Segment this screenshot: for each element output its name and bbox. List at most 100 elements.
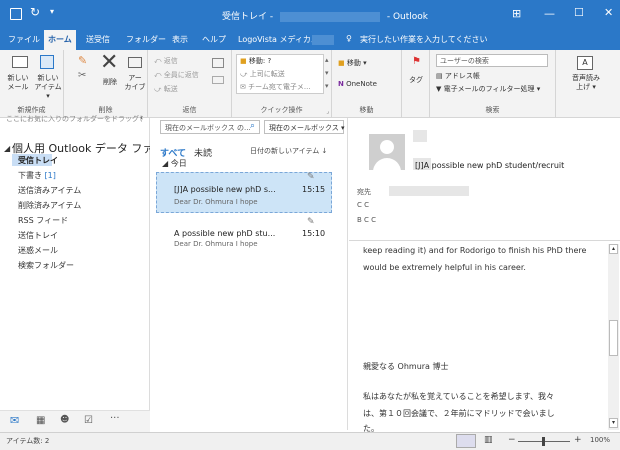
body-line: は、第１０回会議で、２年前にマドリッドで会いまし <box>363 409 555 418</box>
archive-button[interactable]: アー カイブ <box>122 74 148 92</box>
read-aloud-button[interactable]: 音声読み 上げ ▾ <box>560 74 612 92</box>
onenote-label: OneNote <box>346 80 377 88</box>
new-items-button[interactable]: 新しい アイテム ▾ <box>32 74 64 101</box>
favorites-hint: ここにお気に入りのフォルダーをドラッグし <box>6 115 142 123</box>
group-move-label: 移動 <box>359 106 374 114</box>
quickstep-team-email-label: チーム宛て電子メ... <box>248 83 311 91</box>
more-icon[interactable]: ··· <box>110 413 120 424</box>
zoom-level[interactable]: 100% <box>590 436 610 444</box>
message-subject: [J]A possible new phD s... <box>174 185 276 194</box>
message-list: 現在のメールボックス の... ⌕ 現在のメールボックス ▾ すべて 未読 日付… <box>150 118 348 430</box>
new-mail-icon <box>12 56 28 68</box>
sort-dropdown[interactable]: 日付の新しいアイテム ↓ <box>250 146 327 156</box>
group-find: ユーザーの検索 ▤ アドレス帳 ▼ 電子メールのフィルター処理 ▾ 検索 <box>430 50 556 118</box>
folder-pane: ここにお気に入りのフォルダーをドラッグし ‹ ◢ 個人用 Outlook データ… <box>0 113 164 430</box>
zoom-out-button[interactable]: − <box>508 435 516 445</box>
tab-view[interactable]: 表示 <box>172 34 188 45</box>
mail-icon[interactable]: ✉ <box>10 414 19 427</box>
meeting-icon[interactable] <box>212 58 224 68</box>
scroll-down-icon[interactable]: ▾ <box>609 418 618 428</box>
search-input[interactable]: 現在のメールボックス の... <box>160 120 260 134</box>
address-book-button[interactable]: ▤ アドレス帳 <box>436 71 480 81</box>
search-icon[interactable]: ⌕ <box>250 121 255 131</box>
filter-email-button[interactable]: ▼ 電子メールのフィルター処理 ▾ <box>436 84 540 94</box>
reply-button[interactable]: ⤺ 返信 <box>154 56 178 66</box>
folder-deleted[interactable]: 削除済みアイテム <box>18 200 81 211</box>
tab-folder[interactable]: フォルダー <box>126 34 166 45</box>
calendar-icon[interactable]: ▦ <box>36 415 45 426</box>
normal-view-icon[interactable] <box>456 434 476 448</box>
cc-label: C C <box>357 201 370 209</box>
send-receive-icon[interactable]: ↻ <box>30 5 40 19</box>
move-button[interactable]: ■ 移動 ▾ <box>338 58 367 68</box>
to-label: 宛先 <box>357 188 371 196</box>
group-move: ■ 移動 ▾ N OneNote 移動 <box>332 50 402 118</box>
save-icon[interactable] <box>10 8 22 20</box>
group-find-label: 検索 <box>485 106 500 114</box>
search-people-input[interactable]: ユーザーの検索 <box>436 54 548 67</box>
cleanup-icon[interactable]: ✂ <box>78 70 86 81</box>
gallery-scroll-icon[interactable]: ▴ ▾ ▾ <box>325 54 329 93</box>
quickstep-move-label: 移動: ? <box>248 57 272 65</box>
delete-button[interactable]: 削除 <box>100 78 120 87</box>
tab-send-receive[interactable]: 送受信 <box>86 34 110 45</box>
tasks-icon[interactable]: ☑ <box>84 415 93 426</box>
minimize-button[interactable]: — <box>544 7 555 20</box>
zoom-in-button[interactable]: + <box>574 435 582 445</box>
message-subject: A possible new phD stu... <box>174 229 276 238</box>
ignore-icon[interactable]: ✎ <box>78 54 87 67</box>
tell-me-input[interactable]: 実行したい作業を入力してください <box>360 34 488 45</box>
group-header-today[interactable]: ◢ 今日 <box>162 158 187 169</box>
more-respond-icon[interactable] <box>212 76 224 84</box>
quickstep-team-email[interactable]: ✉ チーム宛て電子メ... <box>240 82 311 92</box>
zoom-slider-thumb[interactable] <box>542 437 545 446</box>
filter-icon: ▼ <box>436 85 442 93</box>
body-line: 親愛なる Ohmura 博士 <box>363 362 449 371</box>
scroll-thumb[interactable] <box>609 320 618 356</box>
folder-junk[interactable]: 迷惑メール <box>18 245 58 256</box>
tab-home[interactable]: ホーム <box>44 30 76 50</box>
tab-file[interactable]: ファイル <box>8 34 40 45</box>
tab-help[interactable]: ヘルプ <box>202 34 226 45</box>
search-scope-dropdown[interactable]: 現在のメールボックス ▾ <box>264 120 345 134</box>
folder-search[interactable]: 検索フォルダー <box>18 260 74 271</box>
reading-view-icon[interactable]: ▥ <box>484 435 493 445</box>
collapse-pane-icon[interactable]: ‹ <box>140 113 143 122</box>
bcc-label: B C C <box>357 216 377 224</box>
quickstep-move[interactable]: ■ 移動: ? <box>240 56 271 66</box>
account-redacted <box>279 11 380 22</box>
avatar <box>369 134 405 170</box>
folder-sent[interactable]: 送信済みアイテム <box>18 185 81 196</box>
scroll-up-icon[interactable]: ▴ <box>609 244 618 254</box>
quickstep-to-manager-label: 上司に転送 <box>249 70 285 78</box>
maximize-button[interactable]: ☐ <box>574 6 584 19</box>
body-line: 私はあなたが私を覚えていることを希望します、我々 <box>363 392 554 401</box>
close-button[interactable]: ✕ <box>604 6 613 19</box>
quickstep-to-manager[interactable]: ⤻ 上司に転送 <box>240 69 285 79</box>
qat-dropdown-icon[interactable]: ▾ <box>50 7 54 16</box>
people-icon[interactable]: ☻ <box>60 415 69 425</box>
group-delete: ✎ ✂ ✕ 削除 アー カイブ 削除 <box>64 50 148 118</box>
address-book-icon: ▤ <box>436 72 443 80</box>
onenote-button[interactable]: N OneNote <box>338 80 377 88</box>
scrollbar[interactable]: ▴ ▾ <box>608 244 619 430</box>
folder-outbox[interactable]: 送信トレイ <box>18 230 58 241</box>
folder-rss[interactable]: RSS フィード <box>18 215 68 226</box>
account-expand-icon[interactable]: ◢ <box>4 144 10 153</box>
flag-icon[interactable]: ⚑ <box>412 56 421 67</box>
dialog-launcher-icon[interactable]: ⌟ <box>326 108 329 115</box>
group-quick-steps: ■ 移動: ? ⤻ 上司に転送 ✉ チーム宛て電子メ... ▴ ▾ ▾ クイック操作… <box>232 50 332 118</box>
forward-button[interactable]: ⤻ 転送 <box>154 84 178 94</box>
reply-all-button[interactable]: ⤺ 全員に返信 <box>154 70 199 80</box>
sender-redacted <box>413 130 427 142</box>
tab-unread[interactable]: 未読 <box>194 146 212 159</box>
filter-email-label: 電子メールのフィルター処理 ▾ <box>443 85 541 93</box>
tags-button[interactable]: タグ <box>404 76 428 85</box>
move-label: 移動 ▾ <box>346 59 367 67</box>
status-bar: アイテム数: 2 ▥ − + 100% <box>0 432 620 450</box>
tab-logovista[interactable]: LogoVista メディカル <box>238 34 319 45</box>
folder-drafts[interactable]: 下書き [1] <box>18 170 56 181</box>
new-mail-button[interactable]: 新しい メール <box>4 74 32 92</box>
title-bar: ↻ ▾ 受信トレイ - - Outlook ⊞ — ☐ ✕ <box>0 0 620 30</box>
ribbon-display-options-button[interactable]: ⊞ <box>512 7 521 20</box>
